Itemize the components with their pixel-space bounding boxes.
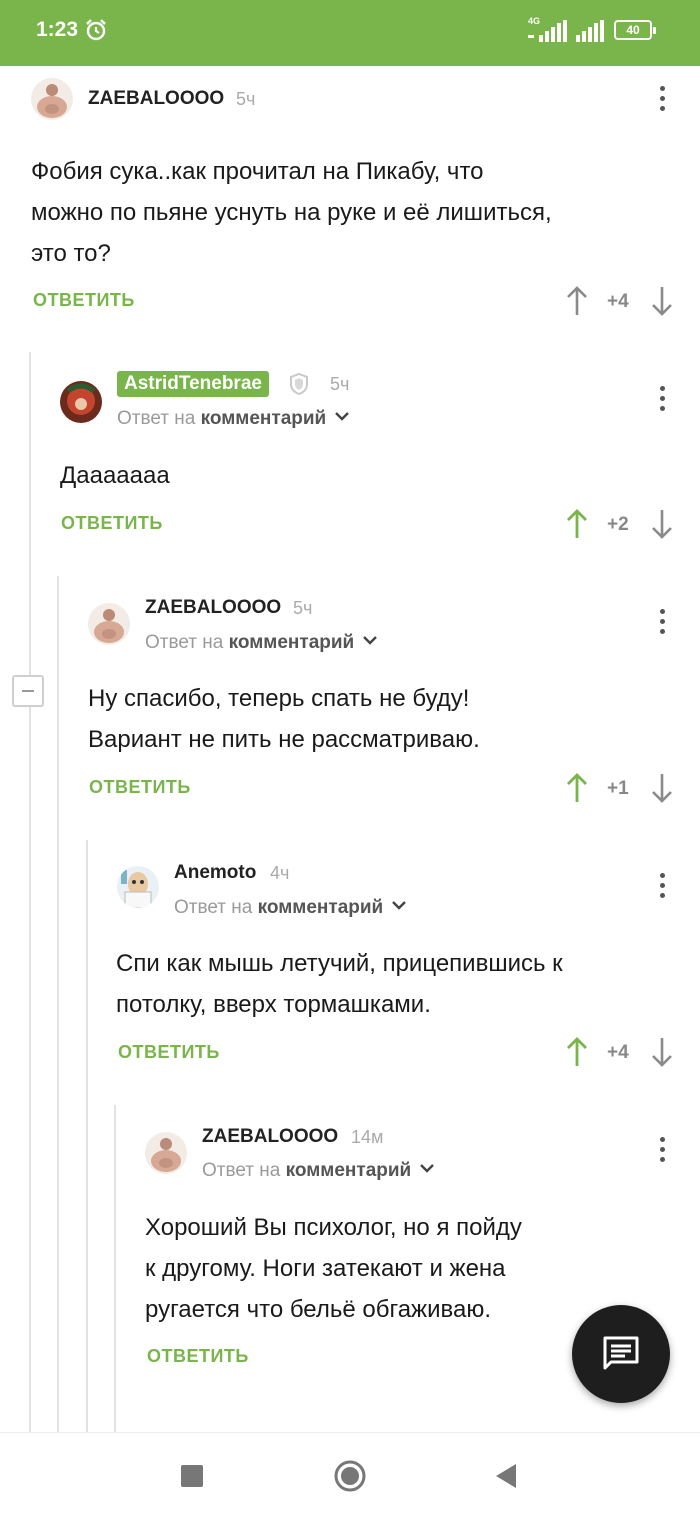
author-name[interactable]: Anemoto [174,862,256,884]
comment-icon [603,1336,639,1370]
rating: +4 [607,291,629,312]
avatar[interactable] [31,78,73,120]
comment-time: 5ч [330,374,350,394]
reply-to-link[interactable]: Ответ на комментарий [117,408,350,430]
signal-icon [528,20,567,42]
thread-line[interactable] [29,352,31,1432]
downvote-arrow-icon[interactable] [650,509,674,539]
reply-button[interactable]: ОТВЕТИТЬ [89,777,191,798]
upvote-arrow-icon[interactable] [565,286,589,316]
more-options-icon[interactable] [658,86,666,114]
reply-to-link[interactable]: Ответ на комментарий [145,632,378,654]
author-name[interactable]: ZAEBALOOOO [202,1126,338,1148]
comment-time: 4ч [270,863,290,883]
signal-icon-2 [576,20,604,42]
more-options-icon[interactable] [658,609,666,637]
avatar[interactable] [60,381,102,423]
author-name[interactable]: AstridTenebrae [117,371,269,397]
thread-line[interactable] [86,840,88,1432]
collapse-thread-button[interactable] [12,675,44,707]
reply-button[interactable]: ОТВЕТИТЬ [33,290,135,311]
write-comment-button[interactable] [572,1305,670,1403]
reply-button[interactable]: ОТВЕТИТЬ [118,1042,220,1063]
downvote-arrow-icon[interactable] [650,773,674,803]
comment-text: Фобия сука..как прочитал на Пикабу, что … [31,158,552,267]
status-bar: 1:23 4G 40 [0,0,700,66]
battery-icon: 40 [614,20,656,40]
comment-text: Дааааааа [60,462,170,489]
rating: +1 [607,778,629,799]
reply-to-link[interactable]: Ответ на комментарий [174,897,407,919]
rating: +4 [607,1042,629,1063]
author-name[interactable]: ZAEBALOOOO [88,88,224,110]
author-name[interactable]: ZAEBALOOOO [145,597,281,619]
shield-icon [290,373,308,395]
upvote-arrow-icon[interactable] [565,773,589,803]
comment-time: 5ч [293,598,313,618]
thread-line[interactable] [114,1105,116,1432]
circle-home-icon[interactable] [333,1459,367,1493]
chevron-down-icon [362,636,377,645]
upvote-arrow-icon[interactable] [565,1037,589,1067]
reply-to-link[interactable]: Ответ на комментарий [202,1160,435,1182]
more-options-icon[interactable] [658,1137,666,1165]
downvote-arrow-icon[interactable] [650,1037,674,1067]
status-time: 1:23 [36,18,79,41]
system-navigation-bar [0,1432,700,1518]
upvote-arrow-icon[interactable] [565,509,589,539]
comment-time: 14м [351,1127,384,1147]
downvote-arrow-icon[interactable] [650,286,674,316]
comment-text: Хороший Вы психолог, но я пойду к другом… [145,1214,522,1323]
reply-button[interactable]: ОТВЕТИТЬ [147,1346,249,1367]
more-options-icon[interactable] [658,386,666,414]
comment-text: Спи как мышь летучий, прицепившись к пот… [116,950,563,1018]
alarm-icon [86,19,106,41]
avatar[interactable] [145,1132,187,1174]
chevron-down-icon [419,1164,434,1173]
thread-line[interactable] [57,576,59,1432]
reply-button[interactable]: ОТВЕТИТЬ [61,513,163,534]
avatar[interactable] [117,866,159,908]
square-icon[interactable] [180,1464,204,1488]
comment-text: Ну спасибо, теперь спать не буду! Вариан… [88,685,480,753]
comment-time: 5ч [236,89,256,109]
rating: +2 [607,514,629,535]
more-options-icon[interactable] [658,873,666,901]
chevron-down-icon [391,901,406,910]
triangle-back-icon[interactable] [494,1463,518,1489]
avatar[interactable] [88,603,130,645]
chevron-down-icon [334,412,349,421]
